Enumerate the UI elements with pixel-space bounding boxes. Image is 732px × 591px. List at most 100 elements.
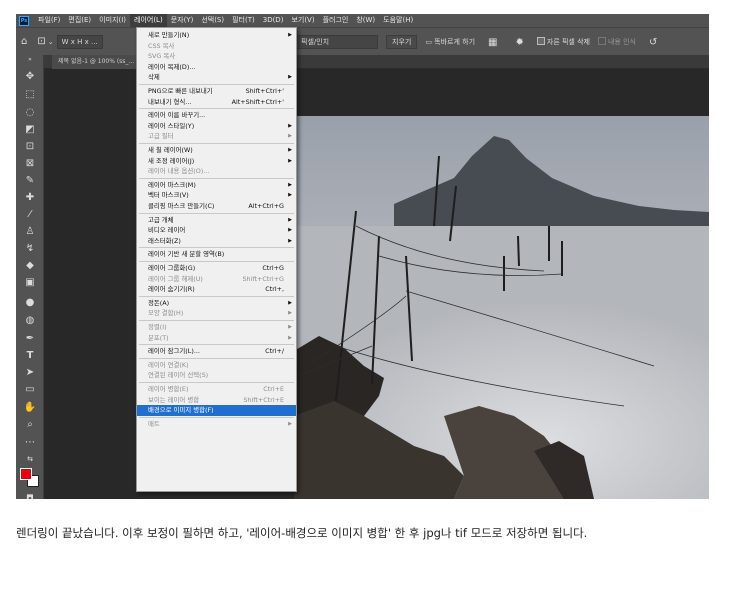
- swap-colors-icon[interactable]: ⇆: [22, 451, 38, 467]
- checkbox-icon: [597, 37, 606, 45]
- gear-icon[interactable]: ✹: [516, 37, 524, 48]
- clear-button[interactable]: 지우기: [386, 35, 418, 49]
- layer-menu-item[interactable]: 레이어 잠그기(L)... Ctrl+/: [137, 346, 296, 357]
- eyedropper-tool-icon[interactable]: ✎: [22, 173, 38, 189]
- marquee-tool-icon[interactable]: ⬚: [22, 87, 38, 103]
- clone-stamp-tool-icon[interactable]: ♙: [22, 224, 38, 240]
- content-aware-checkbox[interactable]: 내용 인식: [597, 37, 636, 47]
- submenu-arrow-icon: ▶: [288, 133, 292, 140]
- layer-menu-item[interactable]: 레이어 기반 새 분할 영역(B): [137, 249, 296, 260]
- layer-menu-item[interactable]: 레이어 숨기기(R) Ctrl+,: [137, 284, 296, 295]
- layer-menu-item[interactable]: 레이어 마스크(M) ▶: [137, 180, 296, 191]
- layer-menu-item[interactable]: 정돈(A) ▶: [137, 298, 296, 309]
- layer-menu-item[interactable]: 새 조정 레이어(J) ▶: [137, 156, 296, 167]
- layer-menu-item[interactable]: 새 칠 레이어(W) ▶: [137, 145, 296, 156]
- layer-menu-item[interactable]: 클리핑 마스크 만들기(C) Alt+Ctrl+G: [137, 201, 296, 212]
- menu-view[interactable]: 보기(V): [287, 14, 318, 27]
- layer-menu-item: 모양 결합(H) ▶: [137, 308, 296, 319]
- menu-item-label: 연결된 레이어 선택(S): [148, 371, 209, 380]
- layer-menu-item: 고급 필터 ▶: [137, 131, 296, 142]
- crop-tool-icon[interactable]: ⊡: [37, 36, 45, 47]
- brush-tool-icon[interactable]: ⁄: [22, 207, 38, 223]
- menu-filter[interactable]: 필터(T): [228, 14, 259, 27]
- menu-edit[interactable]: 편집(E): [64, 14, 95, 27]
- layer-menu-item[interactable]: PNG으로 빠른 내보내기 Shift+Ctrl+': [137, 86, 296, 97]
- dodge-tool-icon[interactable]: ◍: [22, 313, 38, 329]
- submenu-arrow-icon: ▶: [288, 157, 292, 164]
- more-tools-icon[interactable]: ⋯: [22, 435, 38, 451]
- submenu-arrow-icon: ▶: [288, 147, 292, 153]
- home-icon[interactable]: ⌂: [21, 36, 27, 47]
- menu-item-shortcut: Shift+Ctrl+G: [242, 274, 284, 283]
- menu-item-label: 배경으로 이미지 병합(F): [148, 406, 214, 415]
- menu-item-shortcut: Ctrl+/: [265, 347, 284, 356]
- menu-item-label: 비디오 레이어: [148, 226, 186, 235]
- pen-tool-icon[interactable]: ✒: [22, 331, 38, 347]
- menu-layer[interactable]: 레이어(L): [130, 14, 167, 27]
- zoom-tool-icon[interactable]: ⌕: [22, 417, 38, 433]
- frame-tool-icon[interactable]: ⊠: [22, 156, 38, 172]
- hand-tool-icon[interactable]: ✋: [22, 400, 38, 416]
- layer-menu-item: 레이어 그룹 해제(U) Shift+Ctrl+G: [137, 274, 296, 285]
- straighten-control[interactable]: ▭ 똑바르게 하기: [425, 37, 475, 47]
- menu-image[interactable]: 이미지(I): [95, 14, 130, 27]
- menu-item-shortcut: Alt+Ctrl+G: [248, 202, 284, 210]
- quick-select-tool-icon[interactable]: ◩: [22, 122, 38, 138]
- layer-menu-item[interactable]: 레이어 스타일(Y) ▶: [137, 121, 296, 132]
- crop-tool-icon[interactable]: ⊡: [22, 139, 38, 155]
- rectangle-tool-icon[interactable]: ▭: [22, 382, 38, 398]
- menu-file[interactable]: 파일(F): [34, 14, 64, 27]
- menu-item-shortcut: Ctrl+,: [265, 285, 284, 294]
- layer-menu-item[interactable]: 고급 개체 ▶: [137, 215, 296, 226]
- layer-menu-item[interactable]: 벡터 마스크(V) ▶: [137, 190, 296, 201]
- menu-select[interactable]: 선택(S): [197, 14, 228, 27]
- menu-item-label: 새로 만들기(N): [148, 31, 190, 39]
- blur-tool-icon[interactable]: ●: [22, 295, 38, 311]
- type-tool-icon[interactable]: T: [22, 348, 38, 364]
- quick-mask-icon[interactable]: ◘: [22, 492, 38, 499]
- layer-menu-item[interactable]: 삭제 ▶: [137, 72, 296, 83]
- menu-type[interactable]: 문자(Y): [167, 14, 198, 27]
- layer-menu-item[interactable]: 레이어 복제(D)...: [137, 62, 296, 73]
- menu-item-label: 새 칠 레이어(W): [148, 146, 193, 154]
- delete-cropped-checkbox[interactable]: 자른 픽셀 삭제: [536, 37, 590, 47]
- submenu-arrow-icon: ▶: [288, 324, 292, 330]
- history-brush-tool-icon[interactable]: ↯: [22, 241, 38, 257]
- menu-item-label: 정렬(I): [148, 323, 167, 331]
- layer-menu-item[interactable]: 레이어 이름 바꾸기...: [137, 110, 296, 121]
- chevron-down-icon[interactable]: ⌄: [48, 38, 54, 46]
- move-tool-icon[interactable]: ✥: [22, 69, 38, 85]
- submenu-arrow-icon: ▶: [288, 192, 292, 199]
- path-select-tool-icon[interactable]: ➤: [22, 365, 38, 381]
- reset-icon[interactable]: ↺: [649, 37, 657, 48]
- menu-separator: [139, 344, 294, 346]
- gradient-tool-icon[interactable]: ▣: [22, 275, 38, 291]
- submenu-arrow-icon: ▶: [288, 310, 292, 317]
- grid-overlay-icon[interactable]: ▦: [488, 37, 497, 48]
- tools-panel: » ✥ ⬚ ◌ ◩ ⊡ ⊠ ✎ ✚ ⁄ ♙ ↯ ◆ ▣ ● ◍ ✒ T ➤ ▭ …: [16, 55, 44, 499]
- layer-menu-item[interactable]: 비디오 레이어 ▶: [137, 225, 296, 236]
- layer-menu-item[interactable]: 내보내기 형식... Alt+Shift+Ctrl+': [137, 97, 296, 108]
- layer-menu-item[interactable]: 래스터화(Z) ▶: [137, 236, 296, 247]
- layer-menu-item[interactable]: 새로 만들기(N) ▶: [137, 30, 296, 41]
- menu-item-label: 분포(T): [148, 333, 169, 342]
- menu-window[interactable]: 창(W): [352, 14, 379, 27]
- menu-3d[interactable]: 3D(D): [259, 14, 288, 27]
- layer-menu-item: 레이어 병합(E) Ctrl+E: [137, 384, 296, 395]
- eraser-tool-icon[interactable]: ◆: [22, 258, 38, 274]
- layer-menu-item[interactable]: 레이어 그룹화(G) Ctrl+G: [137, 263, 296, 274]
- canvas-photo[interactable]: [294, 116, 709, 499]
- menu-plugins[interactable]: 플러그인: [319, 14, 353, 27]
- healing-brush-tool-icon[interactable]: ✚: [22, 190, 38, 206]
- resolution-unit-select[interactable]: 픽셀/인치: [296, 35, 378, 49]
- submenu-arrow-icon: ▶: [288, 181, 292, 188]
- menu-item-label: 레이어 내용 옵션(O)...: [148, 167, 210, 176]
- foreground-color-swatch[interactable]: [20, 468, 32, 480]
- layer-menu-item[interactable]: 배경으로 이미지 병합(F): [137, 405, 296, 416]
- lasso-tool-icon[interactable]: ◌: [22, 105, 38, 121]
- menu-help[interactable]: 도움말(H): [379, 14, 417, 27]
- menu-item-label: CSS 복사: [148, 41, 175, 50]
- crop-ratio-select[interactable]: W x H x ...: [56, 34, 103, 49]
- menu-separator: [139, 357, 294, 359]
- layer-menu-item: SVG 복사: [137, 51, 296, 62]
